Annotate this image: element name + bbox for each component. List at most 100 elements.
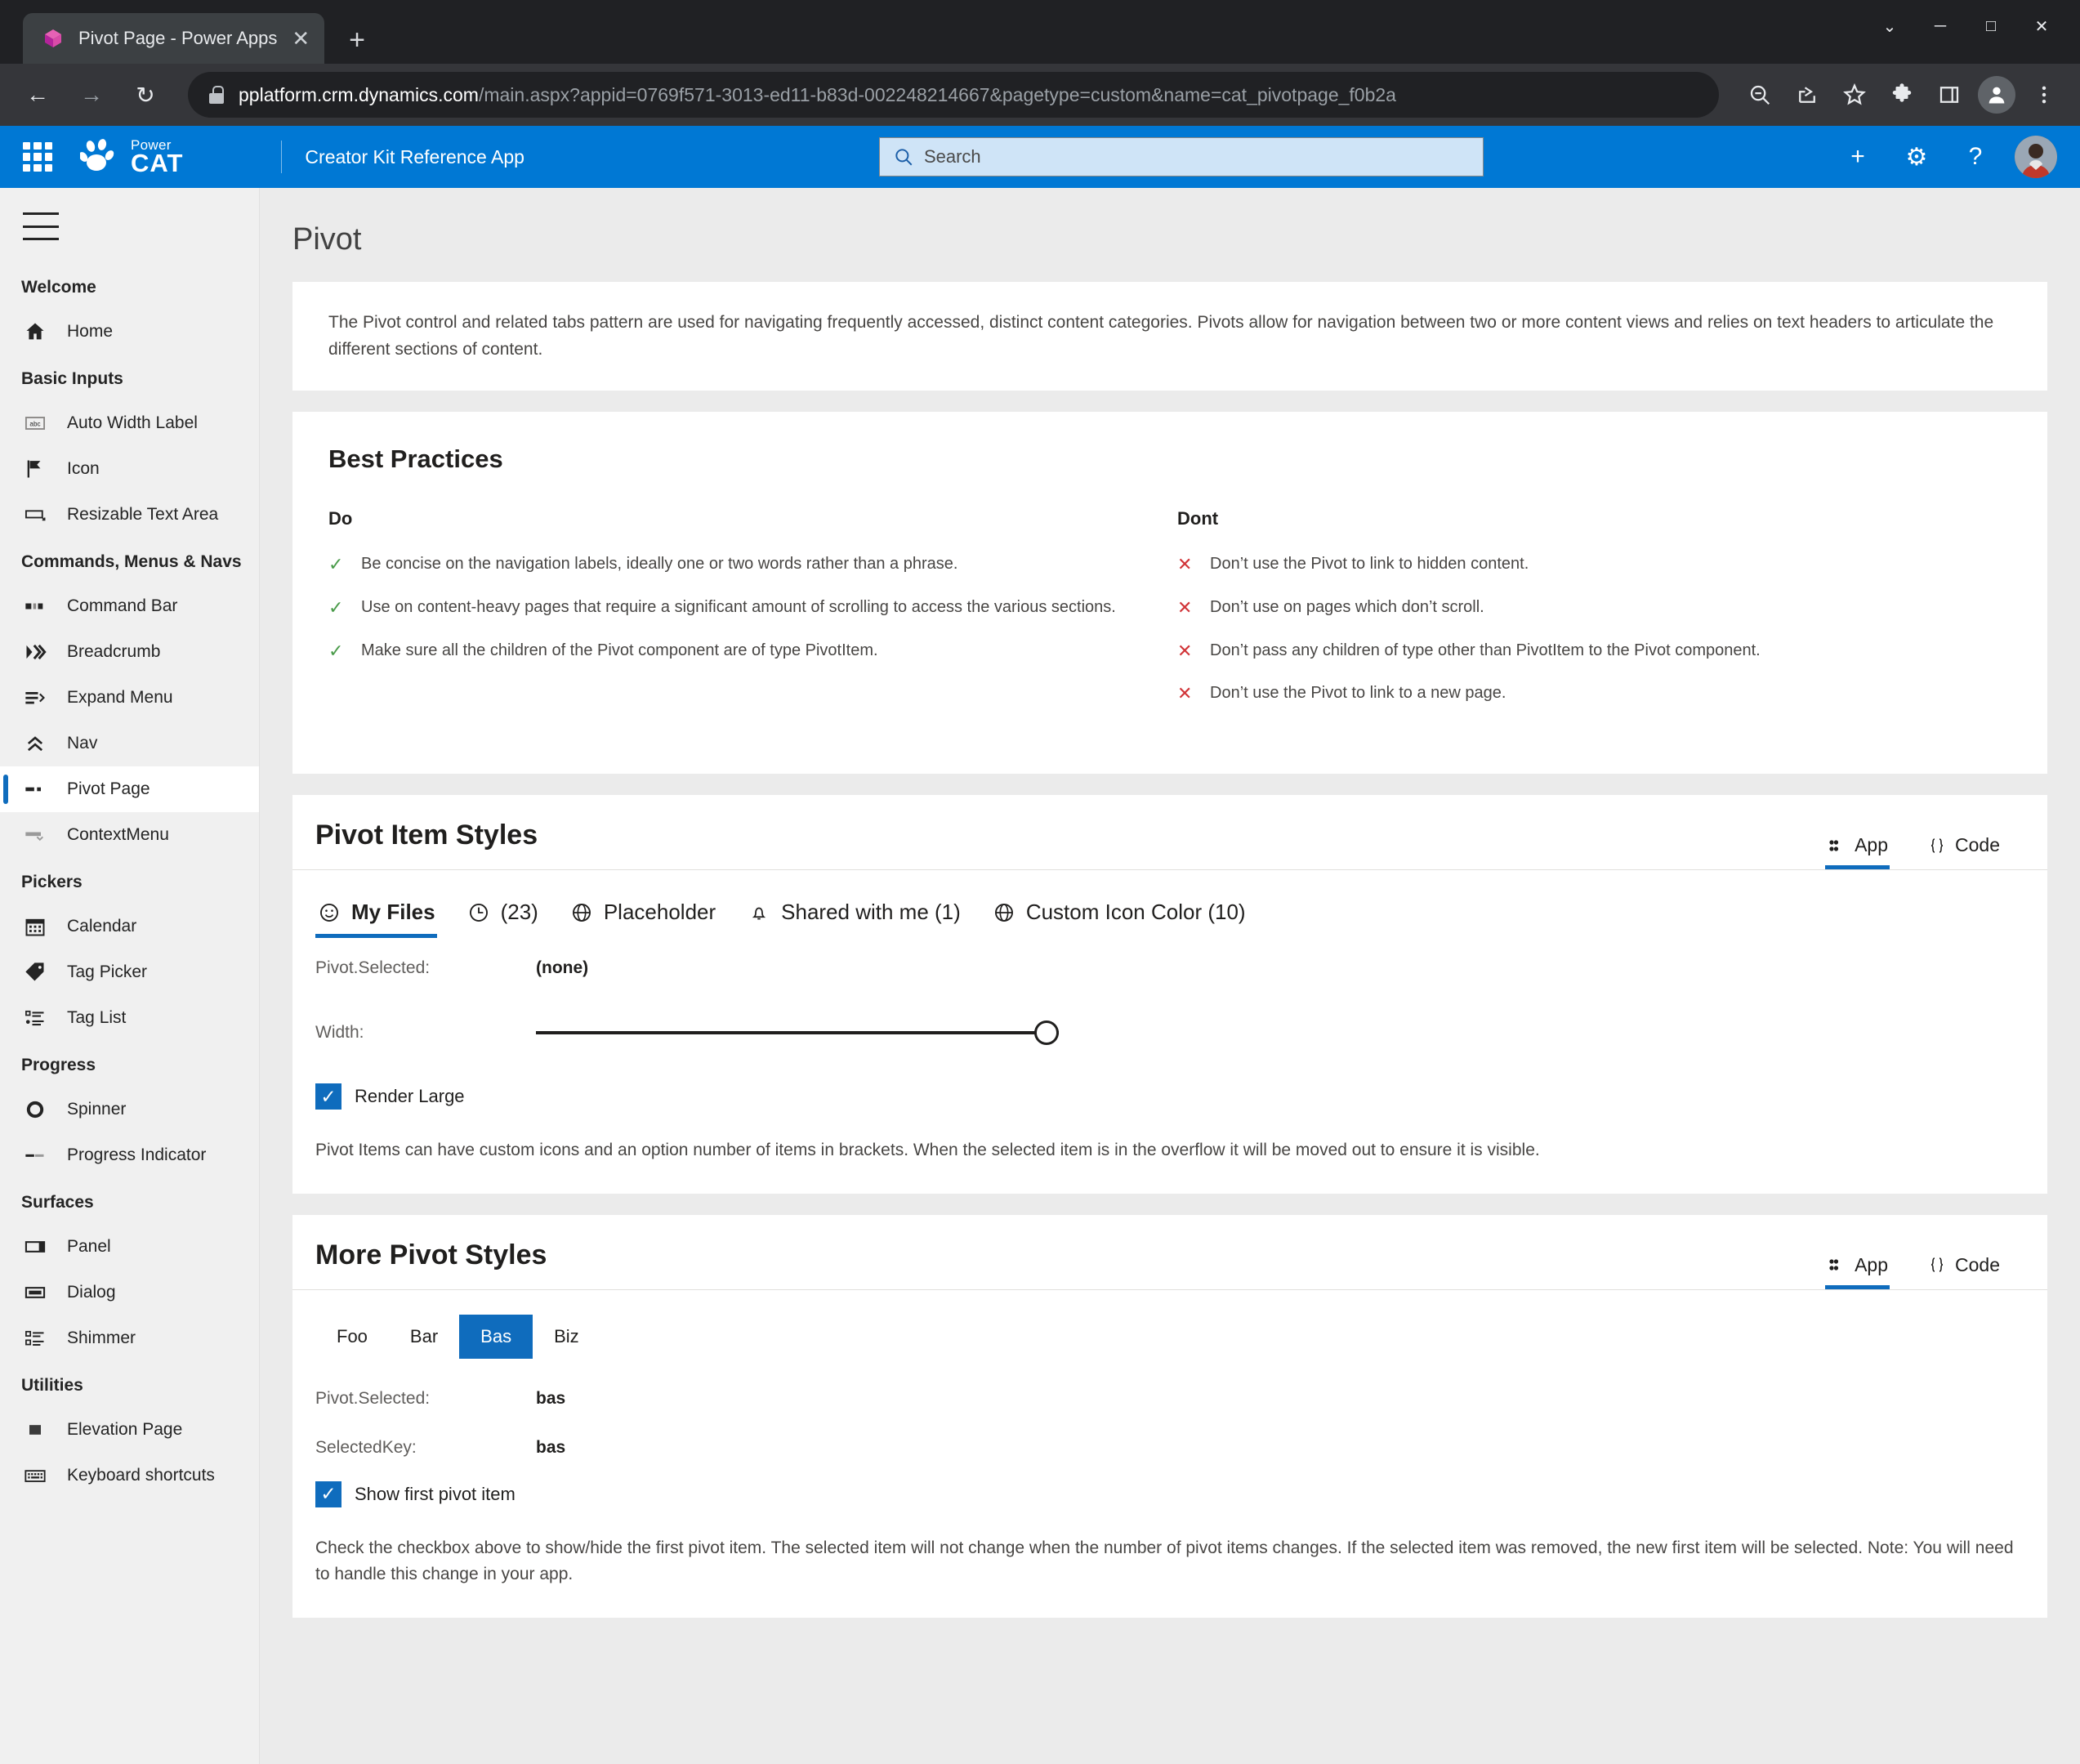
- cross-icon: ✕: [1177, 683, 1193, 704]
- window-maximize-icon[interactable]: □: [1966, 7, 2016, 46]
- browser-navbar: ← → ↻ pplatform.crm.dynamics.com/main.as…: [0, 64, 2080, 126]
- extensions-icon[interactable]: [1881, 74, 1923, 116]
- split-screen-icon[interactable]: [1928, 74, 1971, 116]
- mini-pivot-tab-foo[interactable]: Foo: [315, 1315, 389, 1359]
- mini-pivot-tab-bar[interactable]: Bar: [389, 1315, 459, 1359]
- browser-toolbar-icons: [1739, 74, 2065, 116]
- selectedkey-value: bas: [536, 1437, 566, 1457]
- appbar-actions: + ⚙ ?: [1838, 136, 2057, 178]
- app-icon: [1829, 840, 1839, 851]
- textarea-icon: [21, 502, 49, 527]
- pivot-tab-custom-icon-color-10-[interactable]: Custom Icon Color (10): [990, 895, 1248, 938]
- lock-icon: [209, 86, 224, 104]
- show-first-pivot-checkbox-row[interactable]: ✓ Show first pivot item: [315, 1480, 2024, 1507]
- slider-thumb[interactable]: [1034, 1020, 1059, 1046]
- sidebar-item-label: Auto Width Label: [67, 413, 198, 432]
- sidebar-item-expand-menu[interactable]: Expand Menu: [0, 675, 259, 721]
- window-minimize-icon[interactable]: ─: [1915, 7, 1966, 46]
- help-icon[interactable]: ?: [1956, 137, 1995, 176]
- tab-code[interactable]: Code: [1916, 829, 2011, 869]
- section-one-header: Pivot Item Styles App Code: [292, 795, 2047, 871]
- hamburger-menu-icon[interactable]: [23, 212, 59, 240]
- window-close-icon[interactable]: ✕: [2016, 7, 2067, 46]
- more-pivot-styles-card: More Pivot Styles App Code Foo Bar Bas B…: [292, 1214, 2047, 1618]
- sidebar-item-pivot-page[interactable]: Pivot Page: [0, 766, 259, 812]
- dialog-icon: [21, 1280, 49, 1305]
- sidebar-item-home[interactable]: Home: [0, 309, 259, 355]
- globe-icon: [569, 900, 594, 925]
- mini-pivot-tab-bas[interactable]: Bas: [459, 1314, 533, 1359]
- sidebar-item-tag-picker[interactable]: Tag Picker: [0, 949, 259, 995]
- pivot-tab-placeholder[interactable]: Placeholder: [568, 895, 717, 938]
- sidebar-item-spinner[interactable]: Spinner: [0, 1087, 259, 1132]
- calendar-icon: [21, 914, 49, 939]
- sidebar-group-label: Surfaces: [21, 1193, 94, 1212]
- pivot-tab-my-files[interactable]: My Files: [315, 895, 437, 939]
- more-menu-icon[interactable]: [2023, 74, 2065, 116]
- cross-icon: ✕: [1177, 596, 1193, 618]
- cross-icon: ✕: [1177, 554, 1193, 575]
- sidebar-item-contextmenu[interactable]: ContextMenu: [0, 812, 259, 858]
- spinner-icon: [21, 1097, 49, 1122]
- render-large-checkbox[interactable]: ✓: [315, 1083, 341, 1110]
- mini-pivot-tab-biz[interactable]: Biz: [533, 1315, 600, 1359]
- sidebar-item-resizable-text-area[interactable]: Resizable Text Area: [0, 492, 259, 538]
- close-tab-icon[interactable]: ✕: [292, 28, 310, 49]
- appbar-divider: [281, 141, 283, 173]
- tab-code-2[interactable]: Code: [1916, 1249, 2011, 1289]
- pivot-tab-shared-with-me-1-[interactable]: Shared with me (1): [745, 895, 962, 938]
- address-bar[interactable]: pplatform.crm.dynamics.com/main.aspx?app…: [188, 72, 1719, 118]
- sidebar-item-dialog[interactable]: Dialog: [0, 1270, 259, 1315]
- width-slider[interactable]: [536, 1020, 1059, 1046]
- sidebar-item-panel[interactable]: Panel: [0, 1224, 259, 1270]
- new-record-icon[interactable]: +: [1838, 137, 1877, 176]
- profile-icon[interactable]: [1975, 74, 2018, 116]
- bell-icon: [747, 900, 771, 925]
- gear-icon[interactable]: ⚙: [1897, 137, 1936, 176]
- show-first-pivot-checkbox[interactable]: ✓: [315, 1480, 341, 1507]
- sidebar-item-command-bar[interactable]: Command Bar: [0, 583, 259, 629]
- favorite-star-icon[interactable]: [1833, 74, 1876, 116]
- sidebar-item-label: Breadcrumb: [67, 642, 161, 661]
- dont-text: Don’t use the Pivot to link to a new pag…: [1210, 684, 1506, 703]
- reload-icon[interactable]: ↻: [123, 72, 168, 118]
- sidebar-item-auto-width-label[interactable]: abc Auto Width Label: [0, 400, 259, 446]
- new-tab-icon[interactable]: +: [349, 26, 365, 54]
- powercat-logo-text: Power CAT: [131, 138, 183, 176]
- tab-app-2[interactable]: App: [1815, 1249, 1899, 1289]
- back-icon[interactable]: ←: [15, 72, 60, 118]
- window-chevron-icon[interactable]: ⌄: [1864, 7, 1915, 46]
- elevation-icon: [21, 1418, 49, 1442]
- sidebar-item-icon[interactable]: Icon: [0, 446, 259, 492]
- render-large-checkbox-row[interactable]: ✓ Render Large: [315, 1083, 2024, 1110]
- code-braces-icon: [1930, 1257, 1944, 1273]
- intro-text: The Pivot control and related tabs patte…: [328, 313, 1994, 359]
- sidebar-item-elevation-page[interactable]: Elevation Page: [0, 1407, 259, 1453]
- width-slider-row: Width:: [315, 1008, 2024, 1057]
- search-input[interactable]: Search: [878, 137, 1484, 176]
- pivot-selected-label-2: Pivot.Selected:: [315, 1388, 431, 1408]
- sidebar-item-progress-indicator[interactable]: Progress Indicator: [0, 1132, 259, 1178]
- emoji-icon: [317, 900, 341, 925]
- tab-app[interactable]: App: [1815, 829, 1899, 870]
- sidebar-item-label: Tag List: [67, 1008, 127, 1027]
- sidebar-item-calendar[interactable]: Calendar: [0, 904, 259, 949]
- sidebar-item-nav[interactable]: Nav: [0, 721, 259, 766]
- user-avatar[interactable]: [2015, 136, 2057, 178]
- pivot-item-styles-card: Pivot Item Styles App Code My Files (23)…: [292, 795, 2047, 1194]
- app-launcher-icon[interactable]: [23, 142, 52, 172]
- svg-text:abc: abc: [29, 421, 40, 428]
- sidebar-item-tag-list[interactable]: Tag List: [0, 995, 259, 1041]
- dont-item: ✕ Don’t use the Pivot to link to hidden c…: [1177, 552, 2011, 578]
- sidebar-item-label: Dialog: [67, 1283, 116, 1302]
- sidebar-item-keyboard-shortcuts[interactable]: Keyboard shortcuts: [0, 1453, 259, 1498]
- sidebar-item-breadcrumb[interactable]: Breadcrumb: [0, 629, 259, 675]
- pivot-tab--23-[interactable]: (23): [465, 895, 540, 938]
- browser-tab[interactable]: Pivot Page - Power Apps ✕: [23, 13, 325, 64]
- expand-menu-icon: [21, 686, 49, 710]
- share-icon[interactable]: [1786, 74, 1828, 116]
- sidebar-item-shimmer[interactable]: Shimmer: [0, 1315, 259, 1361]
- zoom-out-icon[interactable]: [1739, 74, 1781, 116]
- forward-icon[interactable]: →: [69, 72, 114, 118]
- app-header: Power CAT Creator Kit Reference App Sear…: [0, 126, 2080, 188]
